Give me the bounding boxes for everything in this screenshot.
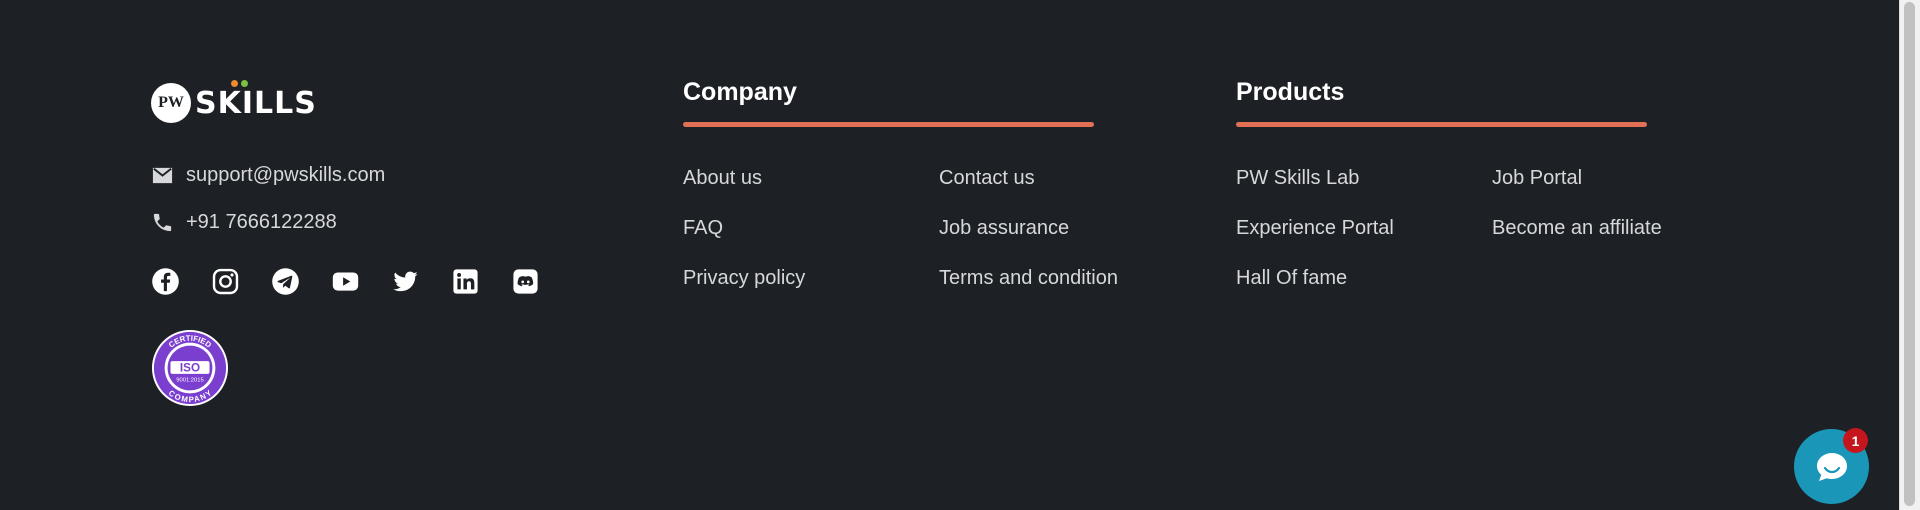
telegram-icon[interactable] bbox=[271, 267, 300, 296]
link-job-assurance[interactable]: Job assurance bbox=[939, 217, 1069, 240]
youtube-icon[interactable] bbox=[331, 267, 360, 296]
linkedin-icon[interactable] bbox=[451, 267, 480, 296]
twitter-icon[interactable] bbox=[391, 267, 420, 296]
instagram-icon[interactable] bbox=[211, 267, 240, 296]
discord-icon[interactable] bbox=[511, 267, 540, 296]
footer-brand-column: PW SKILLS support@pwskills.com +91 76661… bbox=[151, 79, 571, 412]
link-privacy-policy[interactable]: Privacy policy bbox=[683, 267, 805, 290]
link-contact-us[interactable]: Contact us bbox=[939, 167, 1035, 190]
social-links bbox=[151, 267, 571, 296]
products-underline bbox=[1236, 122, 1647, 127]
link-hall-of-fame[interactable]: Hall Of fame bbox=[1236, 267, 1347, 290]
link-pw-skills-lab[interactable]: PW Skills Lab bbox=[1236, 167, 1359, 190]
company-title: Company bbox=[683, 78, 797, 106]
products-section: Products PW Skills Lab Job Portal Experi… bbox=[1236, 78, 1662, 289]
link-job-portal[interactable]: Job Portal bbox=[1492, 167, 1582, 190]
logo-dot-orange bbox=[231, 79, 238, 87]
iso-center-text: ISO bbox=[180, 361, 200, 374]
pw-skills-logo[interactable]: PW SKILLS bbox=[151, 79, 571, 126]
phone-text[interactable]: +91 7666122288 bbox=[186, 211, 337, 234]
company-underline bbox=[683, 122, 1094, 127]
pw-logo-mark: PW bbox=[151, 83, 191, 123]
email-contact[interactable]: support@pwskills.com bbox=[151, 164, 571, 187]
chat-notification-badge: 1 bbox=[1843, 428, 1868, 453]
logo-wordmark: SKILLS bbox=[195, 79, 317, 121]
page-scrollbar[interactable] bbox=[1899, 0, 1920, 510]
chat-bubble-icon bbox=[1816, 452, 1847, 481]
logo-dot-green bbox=[241, 79, 248, 87]
email-text[interactable]: support@pwskills.com bbox=[186, 164, 385, 187]
scrollbar-thumb[interactable] bbox=[1904, 2, 1915, 506]
link-about-us[interactable]: About us bbox=[683, 167, 762, 190]
link-terms-and-condition[interactable]: Terms and condition bbox=[939, 267, 1118, 290]
products-title: Products bbox=[1236, 78, 1345, 106]
logo-word-text: SKILLS bbox=[195, 85, 317, 121]
phone-contact[interactable]: +91 7666122288 bbox=[151, 211, 571, 234]
phone-icon bbox=[153, 213, 172, 232]
company-section: Company About us Contact us FAQ Job assu… bbox=[683, 78, 1118, 289]
link-experience-portal[interactable]: Experience Portal bbox=[1236, 217, 1394, 240]
mail-icon bbox=[152, 167, 173, 184]
facebook-icon[interactable] bbox=[151, 267, 180, 296]
link-faq[interactable]: FAQ bbox=[683, 217, 723, 240]
iso-certified-badge: CERTIFIED COMPANY ISO 9001:2015 bbox=[151, 329, 229, 407]
iso-code-text: 9001:2015 bbox=[176, 378, 204, 384]
link-become-an-affiliate[interactable]: Become an affiliate bbox=[1492, 217, 1662, 240]
